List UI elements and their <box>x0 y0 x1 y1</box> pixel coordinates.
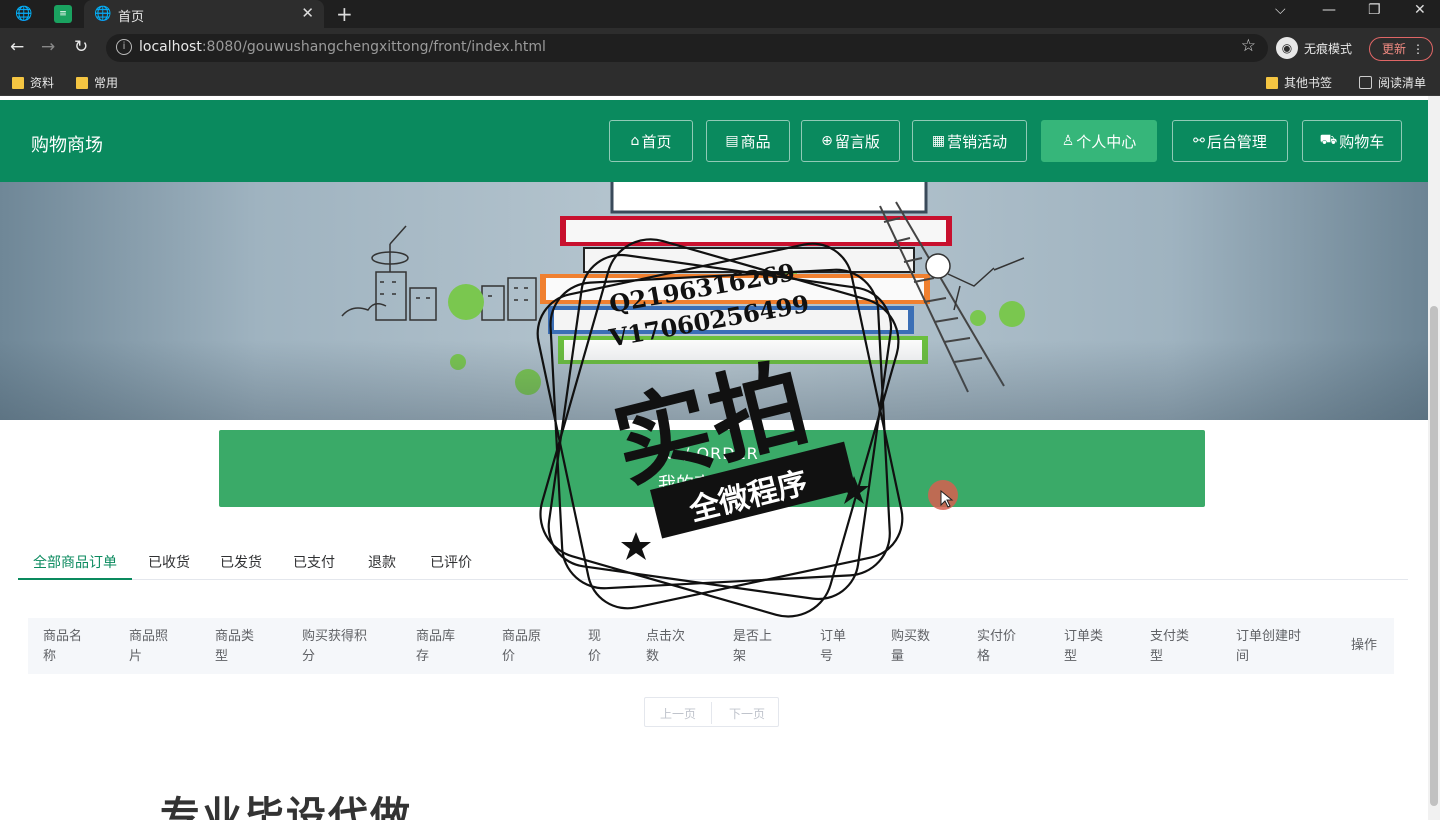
bookmark-folder-other[interactable]: 其他书签 <box>1266 74 1332 91</box>
tab-globe-icon: 🌐 <box>94 6 112 22</box>
url-field[interactable]: i localhost:8080/gouwushangchengxittong/… <box>106 34 1268 62</box>
col-order-type: 订单类型 <box>1064 629 1104 664</box>
tab-paid[interactable]: 已支付 <box>293 552 335 572</box>
col-clicks: 点击次数 <box>646 629 686 664</box>
col-product-name: 商品名称 <box>43 629 83 664</box>
mouse-cursor <box>928 480 958 510</box>
link-icon: ⚯ <box>1193 133 1205 149</box>
browser-tab-bar: 🌐 ≡ 🌐 首页 ✕ + ⌵ — ❐ ✕ <box>0 0 1440 28</box>
grid-icon: ▦ <box>931 133 946 149</box>
close-window-icon[interactable]: ✕ <box>1414 2 1426 18</box>
url-text: localhost:8080/gouwushangchengxittong/fr… <box>139 39 546 55</box>
col-current-price: 现价 <box>588 629 602 664</box>
footer-big-text: 专业毕设代做 <box>160 794 412 820</box>
globe-icon: ⊕ <box>821 133 833 149</box>
tab-reviewed[interactable]: 已评价 <box>430 552 472 572</box>
tab-search-icon[interactable]: ⌵ <box>1275 2 1286 18</box>
folder-icon <box>12 76 24 89</box>
address-bar: ← → ↻ i localhost:8080/gouwushangchengxi… <box>0 28 1440 68</box>
reading-list-icon <box>1359 76 1372 89</box>
site-header: 购物商场 ⌂ 首页 ▤ 商品 ⊕ 留言版 ▦ 营销活动 ♙ 个人中心 ⚯ 后台管理 ⛟ 购物车 <box>0 100 1428 182</box>
page-scrollbar[interactable] <box>1428 96 1440 820</box>
tab-shipped[interactable]: 已发货 <box>220 552 262 572</box>
prev-page-button[interactable]: 上一页 <box>660 705 696 722</box>
col-product-photo: 商品照片 <box>129 629 169 664</box>
cursor-arrow-icon <box>940 490 954 508</box>
col-quantity: 购买数量 <box>891 629 931 664</box>
nav-label: 购物车 <box>1339 132 1385 151</box>
incognito-icon: ◉ <box>1276 37 1298 59</box>
bookmarks-bar: 资料 常用 其他书签 阅读清单 <box>0 68 1440 96</box>
site-info-icon[interactable]: i <box>116 39 132 55</box>
nav-home[interactable]: ⌂ 首页 <box>609 120 693 162</box>
orders-table-header: 商品名称 商品照片 商品类型 购买获得积分 商品库存 商品原价 现价 点击次数 … <box>28 618 1394 674</box>
minimize-icon[interactable]: — <box>1322 2 1336 18</box>
col-actions: 操作 <box>1351 638 1378 653</box>
nav-admin[interactable]: ⚯ 后台管理 <box>1172 120 1288 162</box>
bookmark-star-icon[interactable]: ☆ <box>1241 36 1256 56</box>
pagination: 上一页 下一页 <box>644 697 779 727</box>
nav-label: 后台管理 <box>1206 132 1267 151</box>
update-label: 更新 <box>1382 42 1407 56</box>
nav-label: 个人中心 <box>1076 132 1137 151</box>
nav-message-board[interactable]: ⊕ 留言版 <box>801 120 900 162</box>
reading-list-button[interactable]: 阅读清单 <box>1359 74 1426 91</box>
bookmark-folder-changyong[interactable]: 常用 <box>76 74 118 91</box>
scrollbar-thumb[interactable] <box>1430 306 1438 806</box>
nav-label: 营销活动 <box>947 132 1008 151</box>
bookmark-label: 其他书签 <box>1284 76 1333 90</box>
tab-refund[interactable]: 退款 <box>368 552 396 572</box>
pinned-tab-icon[interactable]: ≡ <box>54 5 72 23</box>
active-tab-indicator <box>18 578 132 580</box>
folder-icon <box>1266 76 1278 89</box>
col-created-time: 订单创建时间 <box>1236 629 1302 664</box>
bookmark-folder-ziliao[interactable]: 资料 <box>12 74 54 91</box>
incognito-label: 无痕模式 <box>1304 41 1353 56</box>
home-icon: ⌂ <box>630 133 640 149</box>
nav-personal-center[interactable]: ♙ 个人中心 <box>1041 120 1157 162</box>
update-button[interactable]: 更新 ⋮ <box>1369 37 1433 61</box>
tab-close-icon[interactable]: ✕ <box>301 4 314 22</box>
incognito-indicator[interactable]: ◉ 无痕模式 <box>1276 36 1352 60</box>
nav-cart[interactable]: ⛟ 购物车 <box>1302 120 1402 162</box>
pager-divider <box>711 702 712 724</box>
tab-received[interactable]: 已收货 <box>148 552 190 572</box>
next-page-button[interactable]: 下一页 <box>729 705 765 722</box>
back-icon[interactable]: ← <box>10 37 24 57</box>
reading-list-label: 阅读清单 <box>1378 76 1427 90</box>
browser-globe-icon[interactable]: 🌐 <box>15 5 33 23</box>
col-stock: 商品库存 <box>416 629 456 664</box>
cart-icon: ⛟ <box>1319 132 1338 148</box>
nav-products[interactable]: ▤ 商品 <box>706 120 790 162</box>
folder-icon <box>76 76 88 89</box>
col-paid-price: 实付价格 <box>977 629 1017 664</box>
forward-icon[interactable]: → <box>41 37 55 57</box>
col-payment-type: 支付类型 <box>1150 629 1190 664</box>
nav-label: 首页 <box>641 132 672 151</box>
bookmark-label: 资料 <box>30 76 55 90</box>
nav-marketing[interactable]: ▦ 营销活动 <box>912 120 1027 162</box>
tab-all-orders[interactable]: 全部商品订单 <box>33 552 117 572</box>
calendar-icon: ▤ <box>725 133 739 149</box>
col-on-shelf: 是否上架 <box>733 629 773 664</box>
user-icon: ♙ <box>1061 133 1075 149</box>
order-tabs: 全部商品订单 已收货 已发货 已支付 退款 已评价 <box>18 542 1408 580</box>
col-points: 购买获得积分 <box>302 629 368 664</box>
tab-title: 首页 <box>118 10 145 25</box>
new-tab-button[interactable]: + <box>336 2 353 26</box>
menu-dots-icon[interactable]: ⋮ <box>1412 38 1424 60</box>
browser-tab-active[interactable]: 🌐 首页 ✕ <box>84 0 324 28</box>
bookmark-label: 常用 <box>94 76 119 90</box>
col-product-type: 商品类型 <box>215 629 255 664</box>
col-order-no: 订单号 <box>820 629 847 664</box>
restore-icon[interactable]: ❐ <box>1368 2 1381 18</box>
site-brand: 购物商场 <box>31 135 103 156</box>
nav-label: 留言版 <box>834 132 880 151</box>
reload-icon[interactable]: ↻ <box>74 37 88 57</box>
nav-label: 商品 <box>740 132 771 151</box>
col-original-price: 商品原价 <box>502 629 542 664</box>
